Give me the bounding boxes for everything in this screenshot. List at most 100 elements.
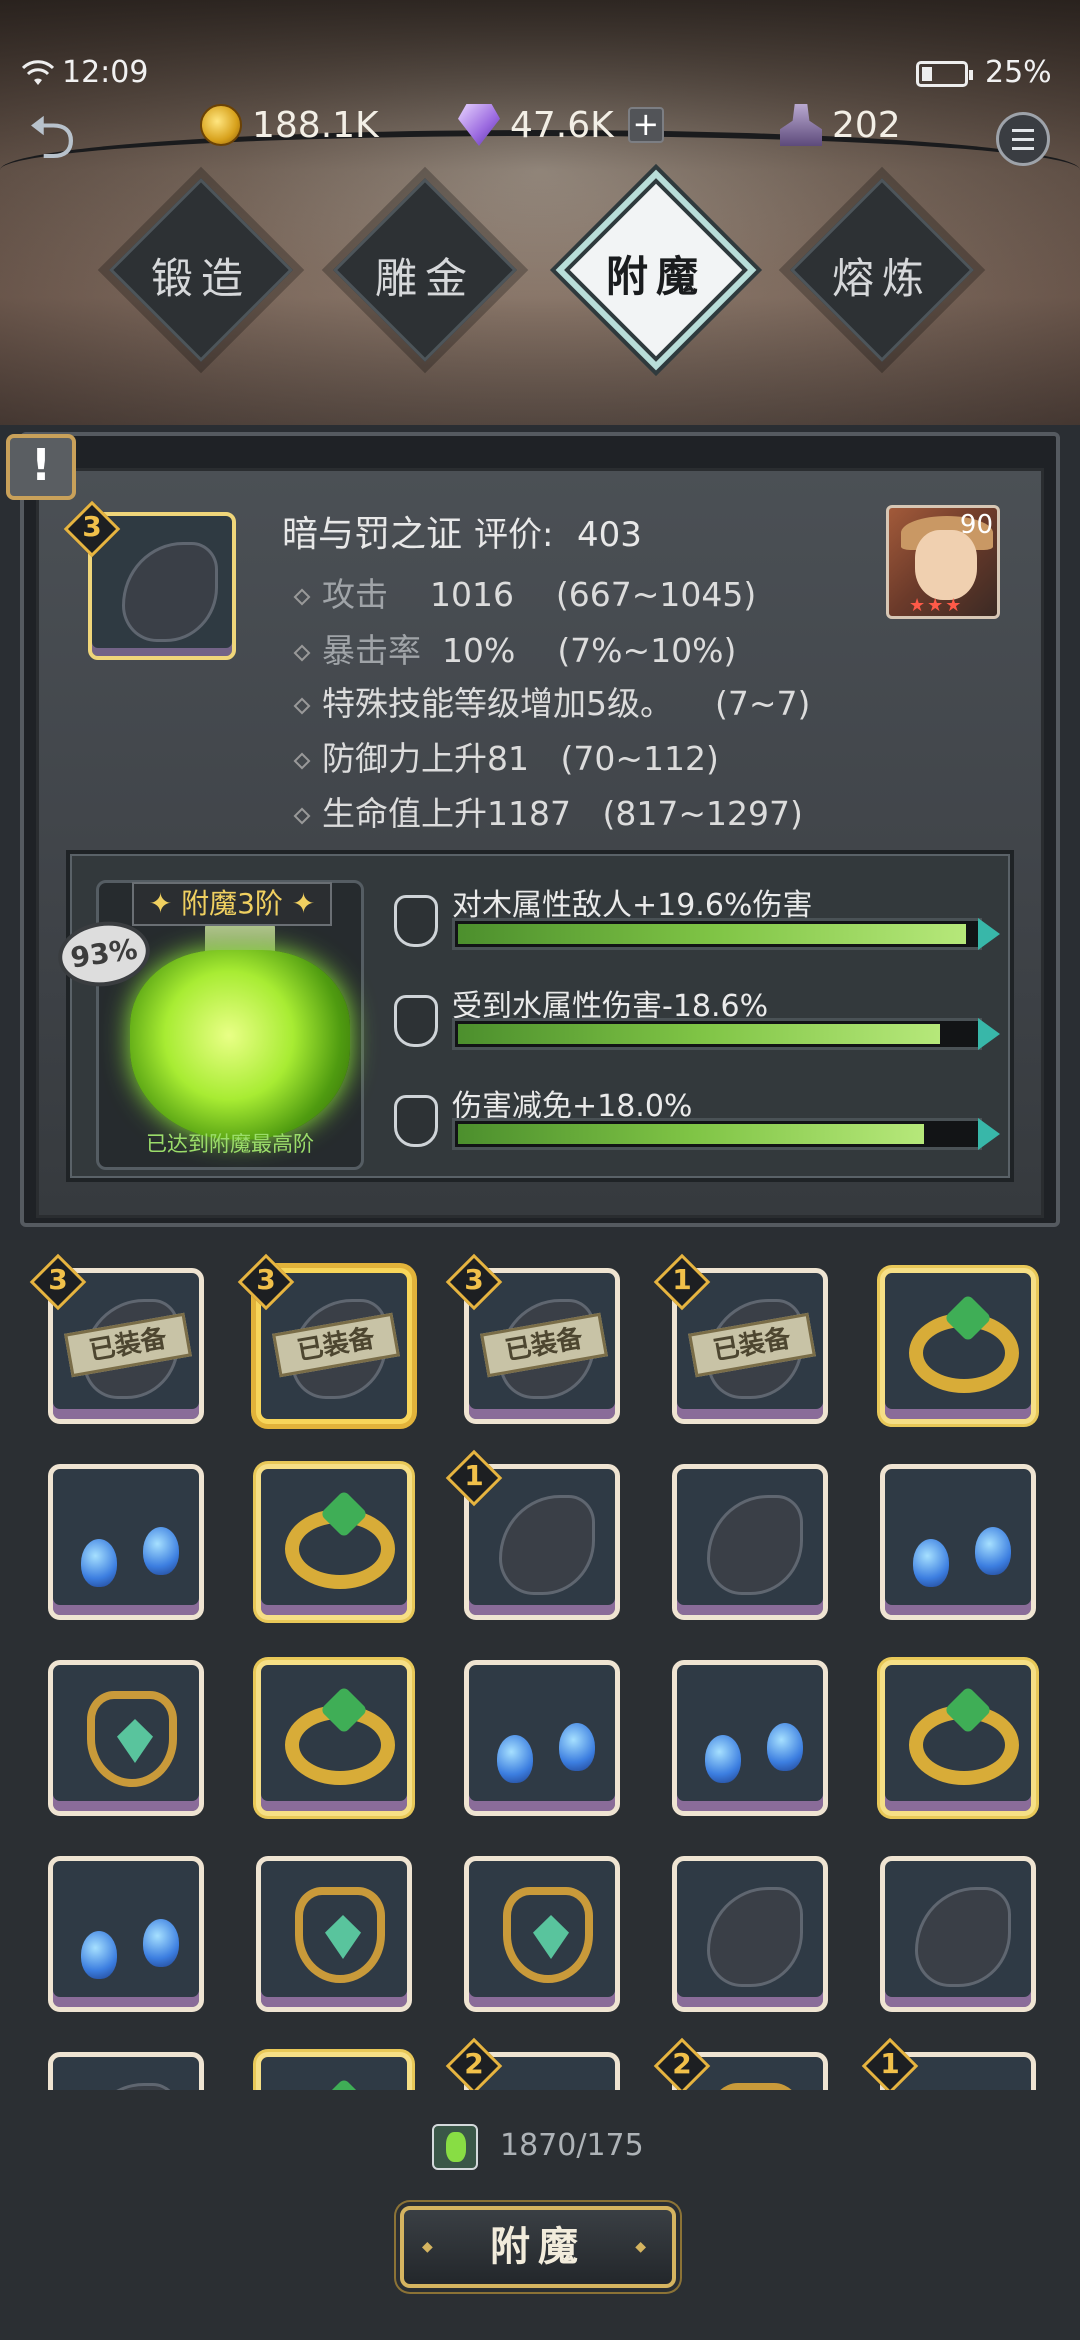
inventory-slot[interactable] bbox=[48, 1660, 204, 1816]
claw-icon bbox=[83, 2083, 179, 2090]
inventory-slot[interactable] bbox=[256, 2052, 412, 2090]
inventory-slot[interactable] bbox=[256, 1856, 412, 2012]
stat-label: 攻击 bbox=[322, 575, 388, 614]
bonus-fill-3 bbox=[458, 1124, 924, 1144]
coin-icon bbox=[200, 104, 242, 146]
enchant-level-text: 附魔3阶 bbox=[181, 887, 283, 920]
stat-label: 防御力上升81 bbox=[322, 739, 529, 778]
slot-level: 1 bbox=[672, 1263, 692, 1296]
ring-icon bbox=[285, 1685, 395, 1785]
potion-icon bbox=[130, 950, 350, 1140]
necklace-icon bbox=[87, 1691, 177, 1787]
ring-icon bbox=[909, 1293, 1019, 1393]
stat-range: (667~1045) bbox=[555, 575, 757, 614]
enchant-level-label: ✦ 附魔3阶 ✦ bbox=[132, 882, 332, 926]
diamond-icon bbox=[458, 104, 500, 146]
inventory-slot[interactable] bbox=[48, 2052, 204, 2090]
inventory-slot[interactable] bbox=[672, 1464, 828, 1620]
tab-smelt-label: 熔炼 bbox=[831, 254, 932, 303]
max-level-text: 已达到附魔最高阶 bbox=[146, 1132, 314, 1156]
inventory-slot[interactable] bbox=[880, 1660, 1036, 1816]
slot-level: 1 bbox=[880, 2047, 900, 2080]
hero-level: 90 bbox=[959, 510, 993, 540]
battery-percent: 25% bbox=[985, 55, 1052, 90]
stat-label: 生命值上升1187 bbox=[322, 794, 571, 833]
stat-range: (70~112) bbox=[560, 739, 719, 778]
inventory-slot[interactable] bbox=[256, 1464, 412, 1620]
item-name-row: 暗与罚之证 评价: 403 bbox=[282, 505, 642, 557]
stat-defense: 防御力上升81 (70~112) bbox=[293, 732, 719, 780]
lock-shield-icon[interactable] bbox=[394, 895, 438, 947]
inventory-grid: 已装备 3 已装备 3 已装备 3 已装备 1 1 2 2 1 bbox=[0, 1240, 1080, 2090]
ring-icon bbox=[285, 1489, 395, 1589]
stat-hp: 生命值上升1187 (817~1297) bbox=[293, 787, 803, 835]
inventory-slot[interactable] bbox=[672, 1660, 828, 1816]
stat-label: 暴击率 bbox=[322, 631, 421, 670]
necklace-icon bbox=[503, 1887, 593, 1983]
bonus-fill-2 bbox=[458, 1024, 940, 1044]
necklace-icon bbox=[711, 2083, 801, 2090]
bar-arrow-icon bbox=[978, 1018, 1000, 1050]
slot-level: 3 bbox=[256, 1263, 276, 1296]
hero-stars: ★★★ bbox=[909, 595, 964, 616]
stat-value: 1016 bbox=[429, 575, 514, 614]
claw-icon bbox=[707, 1495, 803, 1595]
necklace-icon bbox=[295, 1887, 385, 1983]
score-value: 403 bbox=[576, 515, 642, 555]
bonus-bar-2 bbox=[452, 1018, 982, 1050]
claw-icon bbox=[122, 542, 218, 642]
slot-level: 1 bbox=[464, 1459, 484, 1492]
inventory-slot[interactable] bbox=[880, 1856, 1036, 2012]
info-alert-icon[interactable]: ! bbox=[6, 434, 76, 500]
inventory-slot[interactable] bbox=[48, 1464, 204, 1620]
bonus-bar-1 bbox=[452, 918, 982, 950]
hero-portrait[interactable]: 90 ★★★ bbox=[886, 505, 1000, 619]
earring-icon bbox=[53, 1861, 199, 2007]
diamond-amount: 47.6K bbox=[510, 104, 614, 146]
gold-amount: 188.1K bbox=[252, 104, 379, 146]
ring-icon bbox=[909, 1685, 1019, 1785]
bonus-bar-3 bbox=[452, 1118, 982, 1150]
inventory-slot[interactable] bbox=[48, 1856, 204, 2012]
gold-counter: 188.1K bbox=[200, 100, 379, 150]
stat-attack: 攻击 1016 (667~1045) bbox=[293, 568, 757, 616]
material-count: 1870/175 bbox=[500, 2128, 644, 2163]
lock-shield-icon[interactable] bbox=[394, 1095, 438, 1147]
inventory-slot[interactable] bbox=[464, 1856, 620, 2012]
status-bar: 12:09 25% bbox=[0, 55, 1080, 95]
diamond-counter: 47.6K + bbox=[458, 100, 664, 150]
earring-icon bbox=[885, 1469, 1031, 1615]
tab-enchant-label: 附魔 bbox=[605, 252, 706, 301]
menu-icon[interactable] bbox=[996, 112, 1050, 166]
tab-forge-label: 锻造 bbox=[150, 254, 251, 303]
back-arrow-icon[interactable]: ⮌ bbox=[28, 108, 100, 170]
ink-amount: 202 bbox=[832, 104, 901, 146]
slot-level: 2 bbox=[464, 2047, 484, 2080]
enchant-button[interactable]: 附魔 bbox=[400, 2206, 676, 2288]
inventory-slot[interactable] bbox=[256, 1660, 412, 1816]
claw-icon bbox=[707, 1887, 803, 1987]
earring-icon bbox=[469, 1665, 615, 1811]
item-name: 暗与罚之证 bbox=[282, 514, 463, 555]
inventory-slot[interactable] bbox=[672, 1856, 828, 2012]
slot-level: 2 bbox=[672, 2047, 692, 2080]
claw-icon bbox=[915, 1887, 1011, 1987]
ink-counter: 202 bbox=[780, 100, 901, 150]
stat-range: (817~1297) bbox=[602, 794, 803, 833]
stat-skill: 特殊技能等级增加5级。 (7~7) bbox=[293, 677, 810, 725]
inventory-slot[interactable] bbox=[880, 1268, 1036, 1424]
lock-shield-icon[interactable] bbox=[394, 995, 438, 1047]
bar-arrow-icon bbox=[978, 1118, 1000, 1150]
stat-range: (7%~10%) bbox=[557, 631, 737, 670]
enchant-potion-icon bbox=[432, 2124, 478, 2170]
stat-crit: 暴击率 10% (7%~10%) bbox=[293, 624, 737, 672]
earring-icon bbox=[53, 1469, 199, 1615]
tab-engrave-label: 雕金 bbox=[374, 254, 475, 303]
slot-level: 3 bbox=[48, 1263, 68, 1296]
add-diamond-button[interactable]: + bbox=[627, 107, 664, 143]
ink-bottle-icon bbox=[780, 104, 822, 146]
inventory-slot[interactable] bbox=[464, 1660, 620, 1816]
inventory-slot[interactable] bbox=[880, 1464, 1036, 1620]
enchant-screen: 12:09 25% ⮌ 188.1K 47.6K + 202 锻造 雕金 附魔 熔… bbox=[0, 0, 1080, 2340]
bonus-fill-1 bbox=[458, 924, 966, 944]
